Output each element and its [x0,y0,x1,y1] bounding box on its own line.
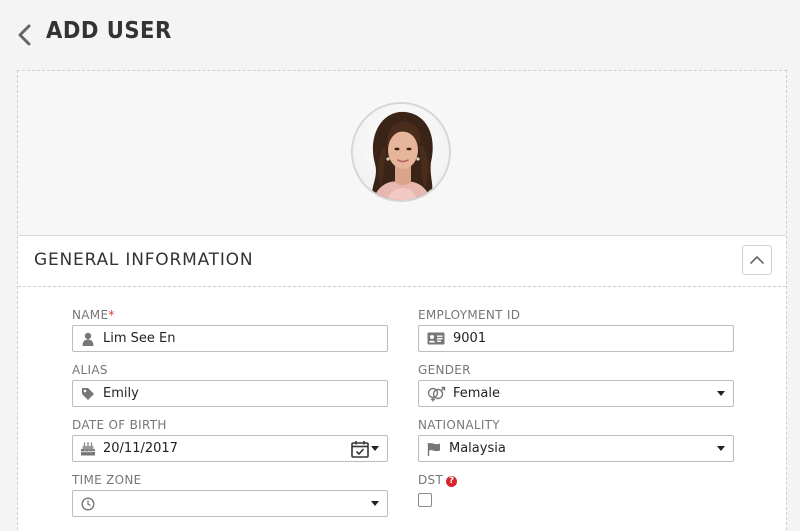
date-of-birth-value: 20/11/2017 [103,441,178,456]
page-title: ADD USER [46,18,172,44]
back-button[interactable] [14,22,38,48]
chevron-down-icon[interactable] [717,391,725,396]
avatar[interactable] [351,102,451,202]
dst-label: DST? [418,470,734,490]
collapse-button[interactable] [742,245,772,275]
date-of-birth-field: DATE OF BIRTH 20/11/2017 [72,415,388,462]
chevron-up-icon[interactable] [743,246,771,274]
section-title: GENERAL INFORMATION [34,250,254,270]
alias-label: ALIAS [72,363,108,377]
gender-icon [419,386,453,402]
profile-photo [353,104,449,200]
nationality-value: Malaysia [449,441,506,456]
user-icon [73,332,103,346]
name-field: NAME* Lim See En [72,305,388,352]
gender-value: Female [453,386,501,401]
employment-id-value: 9001 [453,331,487,346]
name-value: Lim See En [103,331,176,346]
nationality-field: NATIONALITY Malaysia [418,415,734,462]
dst-checkbox[interactable] [418,493,432,507]
required-mark: * [108,308,115,322]
employment-id-field: EMPLOYMENT ID 9001 [418,305,734,352]
employment-id-input[interactable]: 9001 [418,325,734,352]
alias-input[interactable]: Emily [72,380,388,407]
chevron-left-icon[interactable] [14,22,38,48]
gender-select[interactable]: Female [418,380,734,407]
employment-id-label: EMPLOYMENT ID [418,308,521,322]
help-icon[interactable]: ? [446,476,458,487]
user-form-card: GENERAL INFORMATION NAME* Lim See En EMP… [17,70,787,531]
id-card-icon [419,332,453,345]
chevron-down-icon[interactable] [717,446,725,451]
general-information-header: GENERAL INFORMATION [18,235,786,287]
alias-value: Emily [103,386,139,401]
name-input[interactable]: Lim See En [72,325,388,352]
date-of-birth-label: DATE OF BIRTH [72,418,167,432]
time-zone-label: TIME ZONE [72,473,142,487]
chevron-down-icon[interactable] [371,446,379,451]
chevron-down-icon[interactable] [371,501,379,506]
nationality-label: NATIONALITY [418,418,500,432]
name-label-text: NAME [72,308,109,322]
general-information-form: NAME* Lim See En EMPLOYMENT ID 9001 ALIA… [18,287,786,531]
clock-icon [73,496,103,511]
gender-field: GENDER Female [418,360,734,407]
date-of-birth-input[interactable]: 20/11/2017 [72,435,388,462]
calendar-check-icon[interactable] [351,440,369,462]
birthday-cake-icon [73,441,103,456]
avatar-area [18,71,786,234]
gender-label: GENDER [418,363,471,377]
tag-icon [73,387,103,401]
name-label: NAME* [72,305,388,325]
time-zone-field: TIME ZONE [72,470,388,517]
dst-label-text: DST [418,473,444,487]
dst-field: DST? [418,470,734,507]
time-zone-select[interactable] [72,490,388,517]
flag-icon [419,442,449,456]
alias-field: ALIAS Emily [72,360,388,407]
page-header: ADD USER [0,0,800,68]
nationality-select[interactable]: Malaysia [418,435,734,462]
